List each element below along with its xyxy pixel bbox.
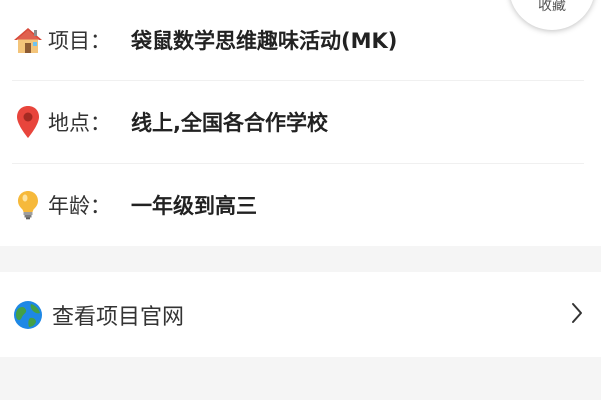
age-row: 年龄： 一年级到高三 [12,164,584,246]
chevron-right-icon [567,300,587,326]
project-info-card: 项目： 袋鼠数学思维趣味活动(MK) 地点： 线上,全国各合作学校 年龄： 一年… [0,0,601,246]
favorite-label: 收藏 [538,0,566,14]
project-label: 项目： [48,29,111,53]
website-link-label: 查看项目官网 [52,304,185,330]
project-row: 项目： 袋鼠数学思维趣味活动(MK) [12,0,584,80]
website-link[interactable]: 查看项目官网 [12,272,592,357]
location-label: 地点： [48,111,111,135]
map-pin-icon [12,106,44,138]
lightbulb-icon [12,189,44,221]
globe-icon [12,299,44,331]
location-value: 线上,全国各合作学校 [131,111,328,135]
age-label: 年龄： [48,194,111,218]
project-value: 袋鼠数学思维趣味活动(MK) [131,29,398,53]
age-value: 一年级到高三 [131,194,257,218]
house-icon [12,24,44,56]
location-row: 地点： 线上,全国各合作学校 [12,81,584,163]
website-link-card[interactable]: 查看项目官网 [0,272,601,357]
